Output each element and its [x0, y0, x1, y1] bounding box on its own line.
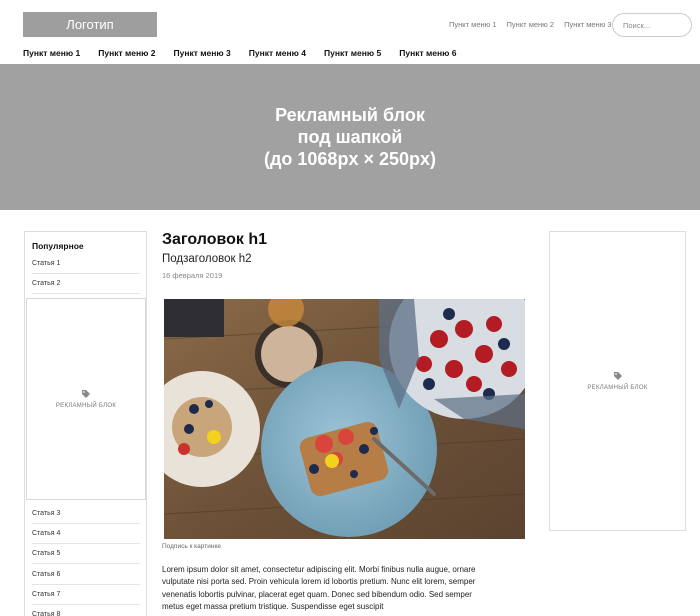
top-menu-item-1[interactable]: Пункт меню 1 [449, 20, 497, 29]
sidebar-item-1[interactable]: Статья 1 [32, 254, 140, 274]
main-menu-item-3[interactable]: Пункт меню 3 [174, 48, 231, 58]
sidebar-item-4[interactable]: Статья 4 [32, 524, 140, 544]
logo[interactable]: Логотип [23, 12, 157, 37]
header-ad-banner[interactable]: Рекламный блок под шапкой (до 1068px × 2… [0, 64, 700, 210]
sidebar-item-8[interactable]: Статья 8 [32, 605, 140, 616]
article-title: Заголовок h1 [162, 231, 267, 248]
image-caption: Подпись к картинке [162, 543, 221, 550]
sidebar-ad-label: РЕКЛАМНЫЙ БЛОК [55, 403, 117, 409]
main-menu: Пункт меню 1 Пункт меню 2 Пункт меню 3 П… [23, 48, 475, 58]
main-menu-item-1[interactable]: Пункт меню 1 [23, 48, 80, 58]
sidebar-item-5[interactable]: Статья 5 [32, 544, 140, 564]
sidebar-item-2[interactable]: Статья 2 [32, 274, 140, 294]
top-menu-item-3[interactable]: Пункт меню 3 [564, 20, 612, 29]
article-date: 16 февраля 2019 [162, 271, 223, 280]
article-image [164, 299, 525, 539]
top-menu-item-2[interactable]: Пункт меню 2 [507, 20, 555, 29]
sidebar-popular: Популярное Статья 1 Статья 2 РЕКЛАМНЫЙ Б… [24, 231, 147, 616]
sidebar-ad-block[interactable]: РЕКЛАМНЫЙ БЛОК [26, 298, 146, 500]
main-menu-item-6[interactable]: Пункт меню 6 [399, 48, 456, 58]
main-menu-item-4[interactable]: Пункт меню 4 [249, 48, 306, 58]
article-body: Lorem ipsum dolor sit amet, consectetur … [162, 565, 476, 611]
right-ad-label: РЕКЛАМНЫЙ БЛОК [587, 385, 648, 391]
main-menu-item-5[interactable]: Пункт меню 5 [324, 48, 381, 58]
banner-text: Рекламный блок под шапкой (до 1068px × 2… [263, 105, 436, 169]
main-menu-item-2[interactable]: Пункт меню 2 [98, 48, 155, 58]
article-subtitle: Подзаголовок h2 [162, 253, 252, 265]
sidebar-title: Популярное [32, 241, 84, 251]
article: Заголовок h1 Подзаголовок h2 16 февраля … [162, 231, 532, 280]
sidebar-item-7[interactable]: Статья 7 [32, 585, 140, 605]
sidebar-item-3[interactable]: Статья 3 [32, 504, 140, 524]
right-ad-block[interactable]: РЕКЛАМНЫЙ БЛОК [549, 231, 686, 531]
tag-icon [613, 372, 622, 380]
top-menu: Пункт меню 1 Пункт меню 2 Пункт меню 3 [449, 20, 612, 29]
tag-icon [82, 390, 90, 398]
search-input[interactable] [612, 13, 692, 37]
sidebar-item-6[interactable]: Статья 6 [32, 565, 140, 585]
